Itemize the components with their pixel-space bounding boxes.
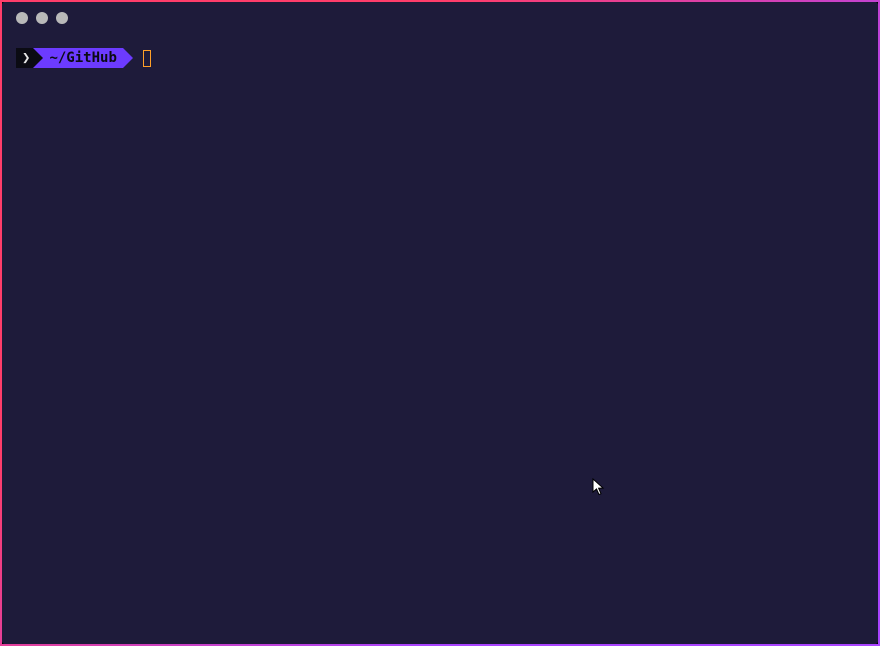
prompt-indicator-segment: ❯ [16, 48, 33, 68]
terminal-body[interactable]: ❯ ~/GitHub [2, 34, 878, 68]
terminal-window: ❯ ~/GitHub [0, 0, 880, 646]
zoom-icon[interactable] [56, 12, 68, 24]
mouse-pointer-icon [592, 478, 606, 496]
close-icon[interactable] [16, 12, 28, 24]
window-titlebar [2, 2, 878, 34]
prompt-path-segment: ~/GitHub [33, 48, 122, 68]
prompt-path: ~/GitHub [49, 48, 116, 68]
prompt-symbol: ❯ [22, 48, 29, 68]
text-cursor-icon [143, 50, 151, 67]
prompt-line: ❯ ~/GitHub [16, 48, 864, 68]
command-input-area[interactable] [143, 48, 151, 68]
minimize-icon[interactable] [36, 12, 48, 24]
